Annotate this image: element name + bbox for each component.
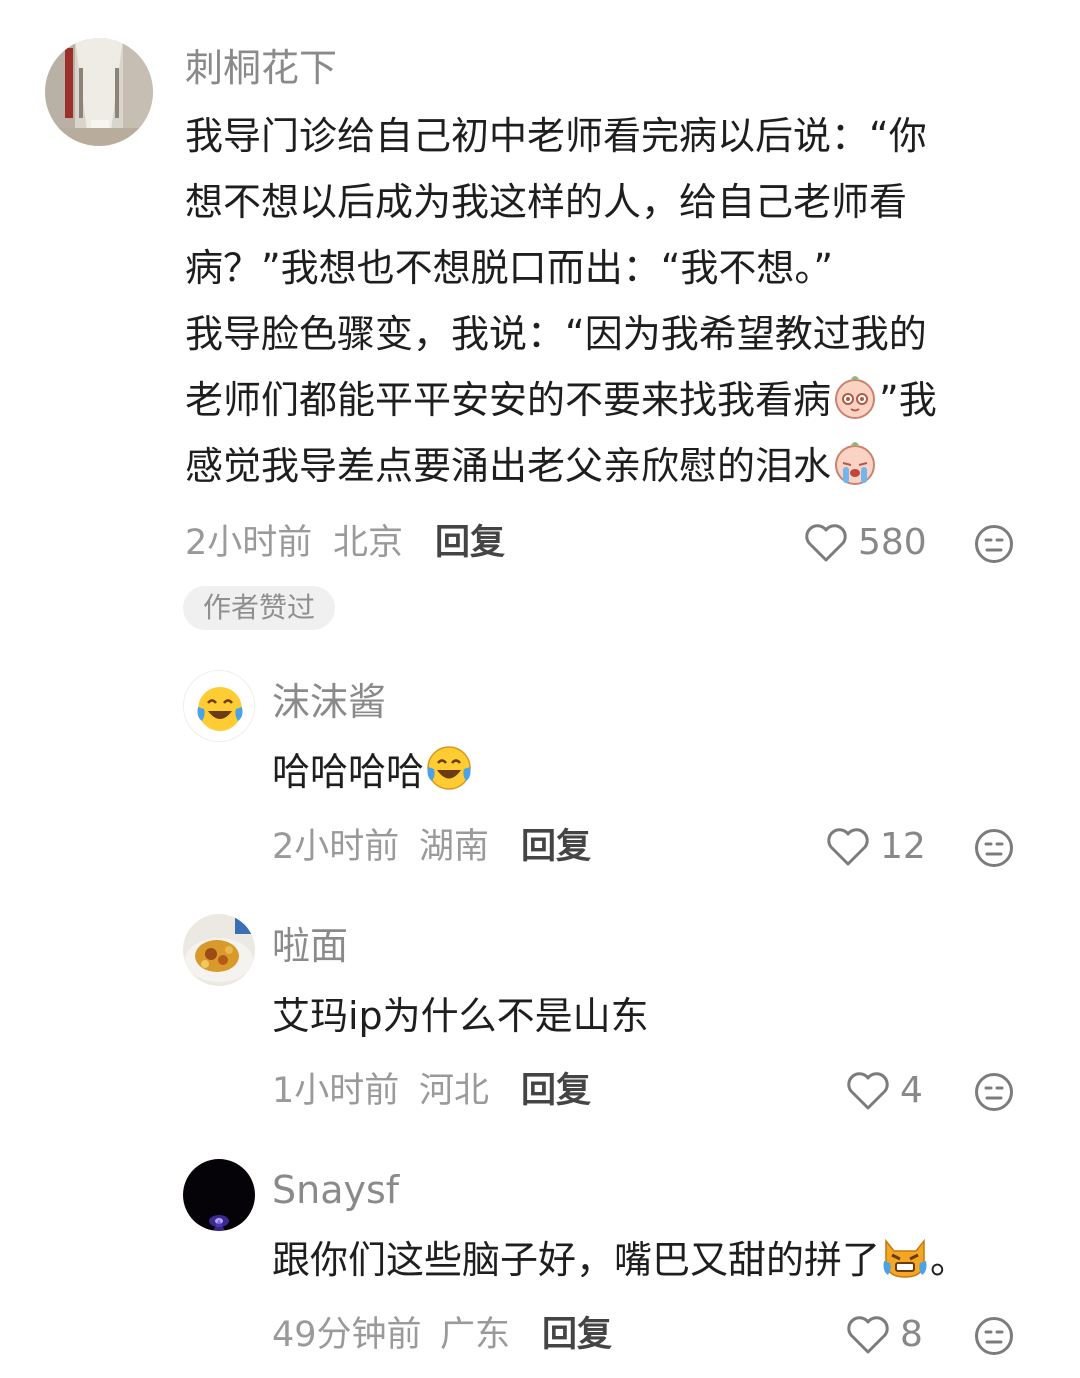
dislike-icon[interactable]: [974, 1316, 1014, 1356]
author-liked-badge: 作者赞过: [183, 586, 336, 630]
comment-time: 1小时前: [272, 1071, 400, 1111]
comment-line: 感觉我导差点要涌出老父亲欣慰的泪水: [185, 433, 879, 507]
comment-time: 2小时前: [272, 827, 400, 867]
shy-face-emoji-icon: [831, 373, 879, 441]
comment-line-text: 感觉我导差点要涌出老父亲欣慰的泪水: [185, 444, 832, 488]
reply-button[interactable]: 回复: [521, 827, 591, 867]
comment-location: 广东: [440, 1315, 511, 1355]
author-name[interactable]: Snaysf: [272, 1168, 399, 1212]
like-count: 580: [858, 522, 927, 563]
comment-line: 我导门诊给自己初中老师看完病以后说：“你: [185, 114, 927, 158]
like-button[interactable]: 12: [826, 827, 926, 867]
comment-text-tail: 。: [930, 1238, 969, 1282]
heart-icon: [847, 1316, 889, 1354]
heart-icon: [827, 828, 869, 866]
comment-line: 病？”我想也不想脱口而出：“我不想。”: [185, 246, 834, 290]
like-count: 4: [900, 1070, 923, 1111]
reply-button[interactable]: 回复: [542, 1315, 612, 1355]
like-button[interactable]: 4: [846, 1071, 923, 1111]
avatar[interactable]: [183, 914, 255, 986]
like-button[interactable]: 8: [846, 1315, 923, 1355]
comment-text: 哈哈哈哈: [272, 739, 474, 813]
comment-text: 跟你们这些脑子好，嘴巴又甜的拼了 。: [272, 1227, 968, 1301]
avatar[interactable]: [183, 1159, 255, 1231]
comment-location: 湖南: [419, 827, 490, 867]
avatar[interactable]: [45, 38, 153, 146]
like-count: 8: [900, 1314, 923, 1355]
comment-line: 我导脸色骤变，我说：“因为我希望教过我的: [185, 312, 927, 356]
heart-icon: [805, 524, 847, 562]
comment-line: 想不想以后成为我这样的人，给自己老师看: [185, 180, 908, 224]
comment-line-tail: ”我: [879, 378, 937, 422]
comment-location: 北京: [333, 523, 404, 563]
comment-time: 2小时前: [185, 523, 313, 563]
avatar[interactable]: [183, 670, 255, 742]
comment-text: 艾玛ip为什么不是山东: [272, 994, 649, 1038]
reply-button[interactable]: 回复: [521, 1071, 591, 1111]
dislike-icon[interactable]: [974, 524, 1014, 564]
author-name[interactable]: 啦面: [272, 924, 348, 968]
comment-line: 老师们都能平平安安的不要来找我看病 ”我: [185, 367, 937, 441]
comment-text-body: 跟你们这些脑子好，嘴巴又甜的拼了: [272, 1238, 881, 1282]
comment-line-text: 老师们都能平平安安的不要来找我看病: [185, 378, 832, 422]
like-button[interactable]: 580: [804, 523, 927, 563]
crying-face-emoji-icon: [831, 439, 879, 507]
dislike-icon[interactable]: [974, 1072, 1014, 1112]
like-count: 12: [880, 826, 926, 867]
author-name[interactable]: 沫沫酱: [272, 680, 386, 724]
comment-location: 河北: [419, 1071, 490, 1111]
heart-icon: [847, 1072, 889, 1110]
reply-button[interactable]: 回复: [435, 523, 505, 563]
comment-time: 49分钟前: [272, 1315, 422, 1355]
laughing-tears-emoji-icon: [424, 743, 474, 813]
author-name[interactable]: 刺桐花下: [185, 46, 337, 90]
dislike-icon[interactable]: [974, 828, 1014, 868]
comment-text-body: 哈哈哈哈: [272, 750, 425, 794]
angry-cat-emoji-icon: [880, 1231, 930, 1301]
